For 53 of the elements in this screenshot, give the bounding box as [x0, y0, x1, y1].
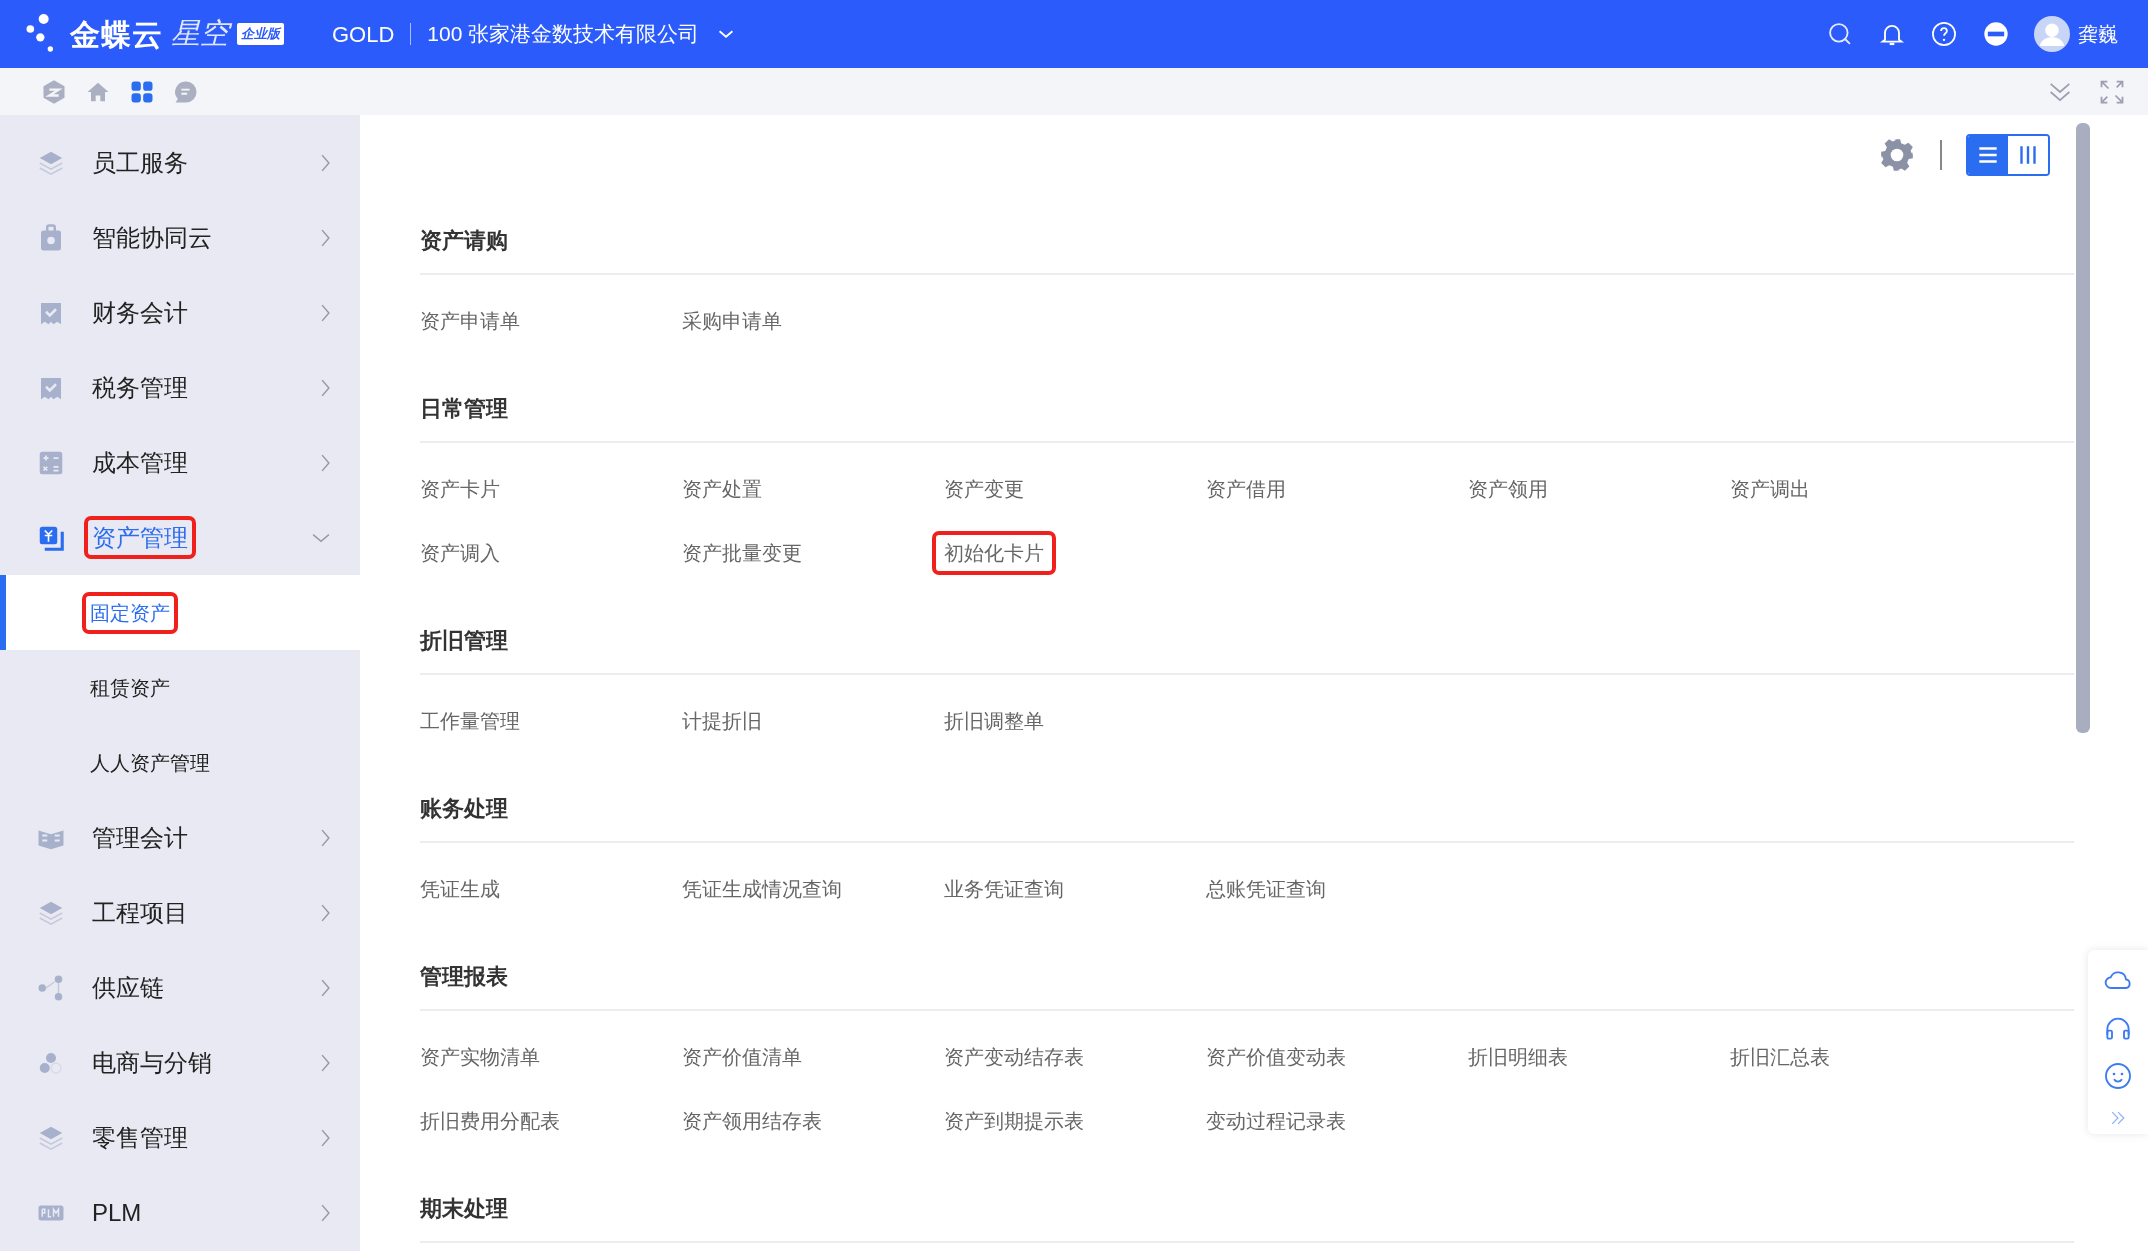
sidebar-submenu-item[interactable]: 人人资产管理	[0, 725, 360, 800]
menu-link[interactable]: 资产申请单	[412, 303, 528, 339]
menu-link[interactable]: 资产卡片	[412, 471, 508, 507]
menu-link[interactable]: 业务凭证查询	[936, 871, 1072, 907]
menu-link[interactable]: 采购申请单	[674, 303, 790, 339]
company-name: 100 张家港金数技术有限公司	[427, 21, 700, 48]
sidebar-menu-item[interactable]: PLM	[0, 1175, 360, 1250]
menu-link[interactable]: 资产调入	[412, 535, 508, 571]
sidebar-menu-item[interactable]: 成本管理	[0, 425, 360, 500]
sidebar-submenu-item[interactable]: 租赁资产	[0, 650, 360, 725]
menu-link[interactable]: 资产价值清单	[674, 1039, 810, 1075]
menu-link[interactable]: 资产调出	[1722, 471, 1818, 507]
tier-label: GOLD	[332, 20, 395, 49]
brand-name: 金蝶云	[70, 16, 163, 53]
edition-tag: 企业版	[237, 23, 284, 45]
sidebar-menu-item[interactable]: 税务管理	[0, 350, 360, 425]
sidebar-menu-item[interactable]: 工程项目	[0, 875, 360, 950]
menu-link[interactable]: 资产变更	[936, 471, 1032, 507]
menu-link[interactable]: 资产变动结存表	[936, 1039, 1092, 1075]
sidebar-menu-item[interactable]: 智能协同云	[0, 200, 360, 275]
sidebar-menu-item[interactable]: 零售管理	[0, 1100, 360, 1175]
menu-link[interactable]: 计提折旧	[674, 703, 770, 739]
menu-link[interactable]: 资产实物清单	[412, 1039, 548, 1075]
menu-link[interactable]: 资产价值变动表	[1198, 1039, 1354, 1075]
section-heading: 期末处理	[420, 1194, 2074, 1243]
menu-link[interactable]: 折旧调整单	[936, 703, 1052, 739]
sidebar-menu-item[interactable]: 员工服务	[0, 125, 360, 200]
sidebar-menu-item[interactable]: 财务会计	[0, 275, 360, 350]
section-heading: 管理报表	[420, 962, 2074, 1011]
menu-link[interactable]: 折旧汇总表	[1722, 1039, 1838, 1075]
menu-link[interactable]: 总账凭证查询	[1198, 871, 1334, 907]
user-name[interactable]: 龚巍	[2078, 19, 2118, 49]
menu-link[interactable]: 资产领用结存表	[674, 1103, 830, 1139]
menu-link[interactable]: 资产批量变更	[674, 535, 810, 571]
menu-link[interactable]: 资产领用	[1460, 471, 1556, 507]
menu-link[interactable]: 资产到期提示表	[936, 1103, 1092, 1139]
menu-link[interactable]: 凭证生成情况查询	[674, 871, 850, 907]
section-heading: 日常管理	[420, 394, 2074, 443]
menu-link[interactable]: 资产借用	[1198, 471, 1294, 507]
menu-link[interactable]: 工作量管理	[412, 703, 528, 739]
menu-link[interactable]: 资产处置	[674, 471, 770, 507]
menu-link[interactable]: 变动过程记录表	[1198, 1103, 1354, 1139]
sidebar-menu-item[interactable]: 管理会计	[0, 800, 360, 875]
menu-link[interactable]: 折旧明细表	[1460, 1039, 1576, 1075]
menu-link[interactable]: 折旧费用分配表	[412, 1103, 568, 1139]
sidebar-menu-item[interactable]: 资产管理	[0, 500, 360, 575]
section-heading: 资产请购	[420, 226, 2074, 275]
section-heading: 账务处理	[420, 794, 2074, 843]
section-heading: 折旧管理	[420, 626, 2074, 675]
menu-link[interactable]: 凭证生成	[412, 871, 508, 907]
sidebar-menu-item[interactable]: 电商与分销	[0, 1025, 360, 1100]
sidebar-submenu-item[interactable]: 固定资产	[0, 575, 360, 650]
sidebar-menu-item[interactable]: 供应链	[0, 950, 360, 1025]
